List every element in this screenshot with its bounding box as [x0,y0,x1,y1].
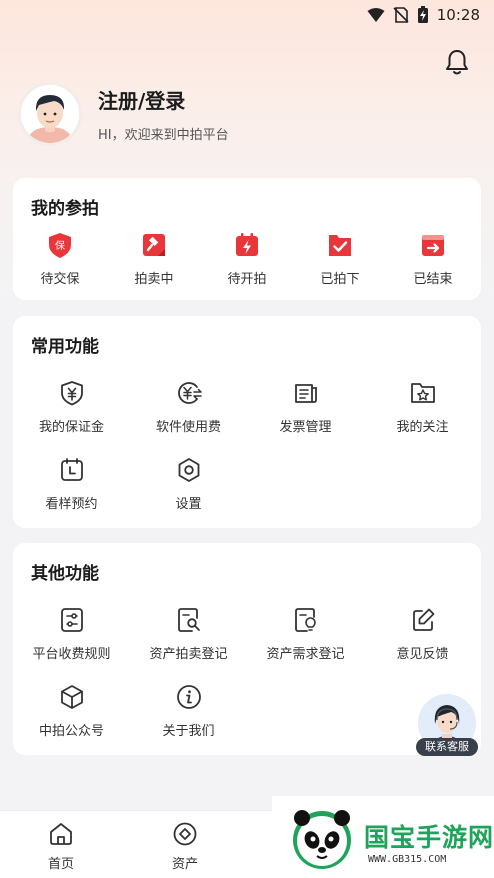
my-bids-title: 我的参拍 [31,199,99,219]
nav-home[interactable]: 首页 [31,821,91,872]
other-functions-card: 其他功能 平台收费规则 资产拍卖登记 资产需求登记 意见反馈 中拍公众号 关于我… [13,543,481,755]
yuan-exchange-icon [174,378,204,408]
status-time: 10:28 [436,6,480,24]
asset-diamond-icon [173,822,197,846]
feedback-edit-icon [408,605,438,635]
bids-upcoming-label: 待开拍 [227,272,267,287]
other-functions-title: 其他功能 [31,564,99,584]
no-sim-icon [393,7,409,23]
welcome-text: HI，欢迎来到中拍平台 [98,128,229,143]
calendar-clock-icon [57,455,87,485]
other-asset-demand-registration-label: 资产需求登记 [266,647,345,662]
common-viewing-appointment[interactable]: 看样预约 [13,455,130,512]
customer-service-label[interactable]: 联系客服 [416,738,478,756]
exit-box-icon [418,230,448,260]
settings-icon [174,455,204,485]
login-register-link[interactable]: 注册/登录 [98,85,229,114]
battery-charging-icon [417,6,428,23]
nav-assets[interactable]: 资产 [155,821,215,872]
bids-in-auction-label: 拍卖中 [134,272,174,287]
avatar[interactable] [18,82,82,146]
common-my-follows-label: 我的关注 [396,420,449,435]
star-folder-icon [408,378,438,408]
doc-search-icon [174,605,204,635]
gavel-icon [139,230,169,260]
home-icon [50,823,72,845]
other-asset-demand-registration[interactable]: 资产需求登记 [247,605,364,662]
deposit-shield-icon: 保 [45,230,75,260]
rules-sliders-icon [57,605,87,635]
cube-icon [57,682,87,712]
other-about-us-label: 关于我们 [162,724,215,739]
bids-ended-label: 已结束 [413,272,453,287]
doc-bulb-icon [291,605,321,635]
calendar-bolt-icon [232,230,262,260]
common-invoice-management[interactable]: 发票管理 [247,378,364,435]
common-invoice-management-label: 发票管理 [279,420,332,435]
common-settings-label: 设置 [175,497,202,512]
other-asset-auction-registration[interactable]: 资产拍卖登记 [130,605,247,662]
bids-in-auction[interactable]: 拍卖中 [107,230,201,287]
other-feedback-label: 意见反馈 [396,647,449,662]
notification-bell-icon[interactable] [443,48,471,76]
panda-logo-icon [293,810,351,869]
other-asset-auction-registration-label: 资产拍卖登记 [149,647,228,662]
watermark-url: WWW.GB315.COM [368,854,447,865]
customer-service-button[interactable]: 联系客服 [416,694,478,756]
bids-won-label: 已拍下 [320,272,360,287]
other-official-account[interactable]: 中拍公众号 [13,682,130,739]
watermark-logo: 国宝手游网 WWW.GB315.COM [272,796,494,878]
common-viewing-appointment-label: 看样预约 [45,497,98,512]
common-software-fee-label: 软件使用费 [155,420,221,435]
other-fee-rules-label: 平台收费规则 [32,647,111,662]
common-settings[interactable]: 设置 [130,455,247,512]
bids-ended[interactable]: 已结束 [386,230,480,287]
common-software-fee[interactable]: 软件使用费 [130,378,247,435]
common-my-follows[interactable]: 我的关注 [364,378,481,435]
nav-home-label: 首页 [47,857,74,872]
svg-text:保: 保 [55,239,65,252]
common-my-deposit[interactable]: 我的保证金 [13,378,130,435]
invoice-icon [291,378,321,408]
watermark-text: 国宝手游网 [364,823,494,852]
bids-upcoming[interactable]: 待开拍 [200,230,294,287]
other-official-account-label: 中拍公众号 [38,724,104,739]
common-my-deposit-label: 我的保证金 [38,420,104,435]
bids-pending-deposit-label: 待交保 [40,272,80,287]
wifi-icon [367,8,385,22]
profile-section[interactable]: 注册/登录 HI，欢迎来到中拍平台 [18,82,229,146]
status-bar: 10:28 [0,0,494,30]
bids-pending-deposit[interactable]: 保 待交保 [13,230,107,287]
nav-assets-label: 资产 [171,857,198,872]
my-bids-card: 我的参拍 保 待交保 拍卖中 待开拍 已拍下 已结束 [13,178,481,300]
other-feedback[interactable]: 意见反馈 [364,605,481,662]
info-icon [174,682,204,712]
other-about-us[interactable]: 关于我们 [130,682,247,739]
bids-won[interactable]: 已拍下 [293,230,387,287]
yuan-shield-icon [57,378,87,408]
common-functions-card: 常用功能 我的保证金 软件使用费 发票管理 我的关注 看样预约 设置 [13,316,481,528]
other-fee-rules[interactable]: 平台收费规则 [13,605,130,662]
check-folder-icon [325,230,355,260]
common-functions-title: 常用功能 [31,337,99,357]
